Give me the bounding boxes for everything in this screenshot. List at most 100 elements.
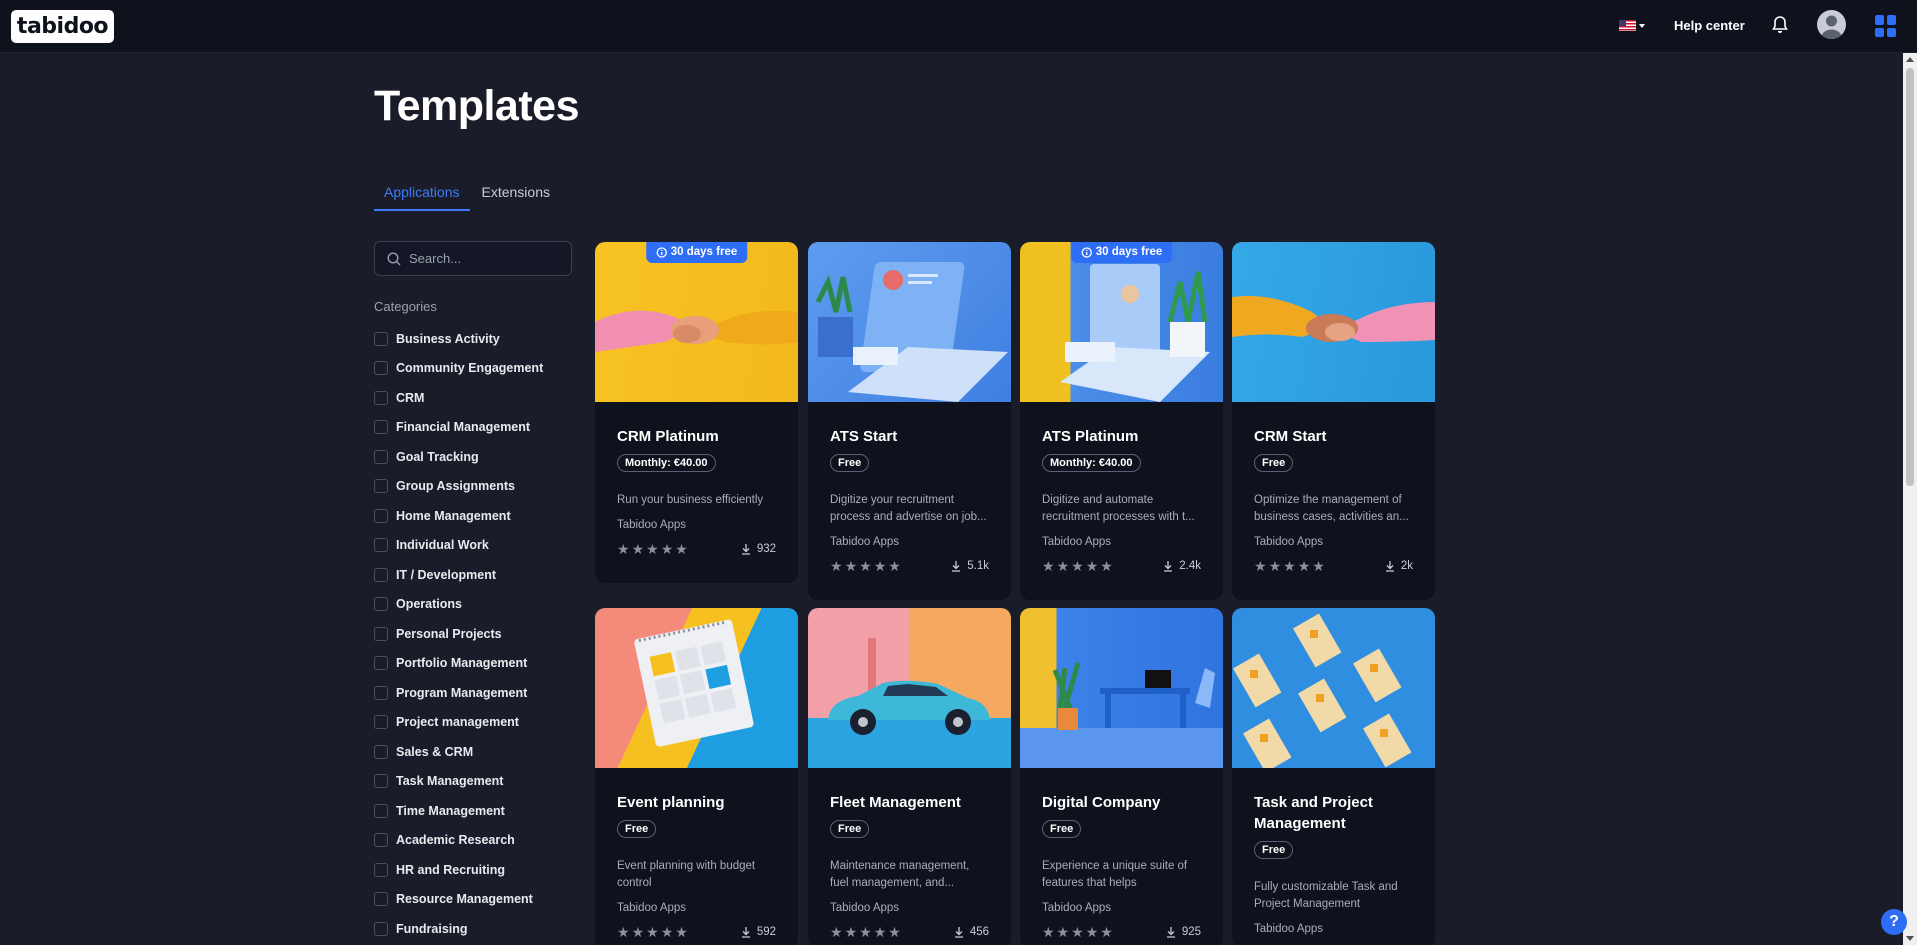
category-crm[interactable]: CRM xyxy=(374,383,543,413)
checkbox[interactable] xyxy=(374,390,388,405)
category-time-management[interactable]: Time Management xyxy=(374,796,543,826)
card-description: Maintenance management, fuel management,… xyxy=(830,860,970,889)
price-tag: Free xyxy=(1042,820,1082,838)
category-community-engagement[interactable]: Community Engagement xyxy=(374,354,543,384)
card-description: Digitize and automate recruitment proces… xyxy=(1042,494,1195,523)
template-card-crm-platinum[interactable]: 30 days free CRM Platinum Monthly: €40.0… xyxy=(595,242,798,583)
category-home-management[interactable]: Home Management xyxy=(374,501,543,531)
rating-stars: ★ ★ ★ ★ ★ xyxy=(1042,924,1113,940)
category-personal-projects[interactable]: Personal Projects xyxy=(374,619,543,649)
category-business-activity[interactable]: Business Activity xyxy=(374,324,543,354)
checkbox[interactable] xyxy=(374,626,388,641)
checkbox[interactable] xyxy=(374,833,388,848)
card-description: Experience a unique suite of features th… xyxy=(1042,860,1188,889)
checkbox[interactable] xyxy=(374,331,388,346)
template-card-ats-start[interactable]: ATS Start Free Digitize your recruitment… xyxy=(808,242,1011,600)
document-desk-image xyxy=(1060,264,1210,402)
card-thumbnail: 30 days free xyxy=(595,242,798,402)
scrollbar-thumb[interactable] xyxy=(1906,68,1914,486)
download-icon xyxy=(1385,560,1394,572)
rating-stars: ★ ★ ★ ★ ★ xyxy=(830,924,901,940)
office-room-image xyxy=(1020,662,1223,768)
category-academic-research[interactable]: Academic Research xyxy=(374,826,543,856)
category-individual-work[interactable]: Individual Work xyxy=(374,531,543,561)
card-title: CRM Start xyxy=(1254,428,1327,445)
category-operations[interactable]: Operations xyxy=(374,590,543,620)
category-fundraising[interactable]: Fundraising xyxy=(374,914,543,944)
scroll-up-arrow-icon[interactable] xyxy=(1906,57,1914,62)
apps-grid-icon[interactable] xyxy=(1875,15,1897,37)
page-scrollbar[interactable] xyxy=(1903,53,1917,945)
card-author: Tabidoo Apps xyxy=(1042,536,1112,548)
checkbox[interactable] xyxy=(374,567,388,582)
template-card-fleet-management[interactable]: Fleet Management Free Maintenance manage… xyxy=(808,608,1011,945)
checkbox[interactable] xyxy=(374,892,388,907)
template-card-task-project-management[interactable]: Task and Project Management Free Fully c… xyxy=(1232,608,1435,945)
card-description: Optimize the management of business case… xyxy=(1254,494,1409,523)
search-input[interactable] xyxy=(409,251,559,266)
download-count: 592 xyxy=(741,926,776,938)
user-silhouette-icon xyxy=(1821,15,1842,39)
tab-extensions[interactable]: Extensions xyxy=(472,179,560,211)
checkbox[interactable] xyxy=(374,744,388,759)
checkbox[interactable] xyxy=(374,361,388,376)
help-center-link[interactable]: Help center xyxy=(1674,18,1745,33)
checkbox[interactable] xyxy=(374,862,388,877)
card-author: Tabidoo Apps xyxy=(1254,536,1324,548)
category-project-management[interactable]: Project management xyxy=(374,708,543,738)
download-icon xyxy=(952,560,961,572)
template-card-event-planning[interactable]: Event planning Free Event planning with … xyxy=(595,608,798,945)
card-title: ATS Platinum xyxy=(1042,428,1139,445)
price-tag: Free xyxy=(1254,841,1294,859)
category-program-management[interactable]: Program Management xyxy=(374,678,543,708)
rating-stars: ★ ★ ★ ★ ★ xyxy=(617,924,688,940)
category-hr-recruiting[interactable]: HR and Recruiting xyxy=(374,855,543,885)
checkbox[interactable] xyxy=(374,449,388,464)
checkbox[interactable] xyxy=(374,715,388,730)
language-selector[interactable] xyxy=(1619,20,1645,31)
card-author: Tabidoo Apps xyxy=(617,902,687,914)
template-card-ats-platinum[interactable]: 30 days free ATS Platinum Monthly: €40.0… xyxy=(1020,242,1223,600)
checkbox[interactable] xyxy=(374,479,388,494)
bell-icon[interactable] xyxy=(1772,16,1788,34)
card-description: Digitize your recruitment process and ad… xyxy=(830,494,987,523)
checkbox[interactable] xyxy=(374,774,388,789)
user-avatar[interactable] xyxy=(1817,10,1846,39)
category-financial-management[interactable]: Financial Management xyxy=(374,413,543,443)
category-it-development[interactable]: IT / Development xyxy=(374,560,543,590)
card-description: Event planning with budget control xyxy=(617,860,756,889)
category-group-assignments[interactable]: Group Assignments xyxy=(374,472,543,502)
category-goal-tracking[interactable]: Goal Tracking xyxy=(374,442,543,472)
template-card-digital-company[interactable]: Digital Company Free Experience a unique… xyxy=(1020,608,1223,945)
tab-applications[interactable]: Applications xyxy=(374,179,470,211)
us-flag-icon xyxy=(1619,20,1636,31)
category-portfolio-management[interactable]: Portfolio Management xyxy=(374,649,543,679)
card-author: Tabidoo Apps xyxy=(830,902,900,914)
scroll-down-arrow-icon[interactable] xyxy=(1906,936,1914,941)
category-list: Business Activity Community Engagement C… xyxy=(374,324,543,944)
template-card-crm-start[interactable]: CRM Start Free Optimize the management o… xyxy=(1232,242,1435,600)
help-button[interactable]: ? xyxy=(1881,909,1907,935)
top-navigation-bar: tabidoo Help center xyxy=(0,0,1917,53)
card-thumbnail xyxy=(808,608,1011,768)
checkbox[interactable] xyxy=(374,508,388,523)
rating-stars: ★ ★ ★ ★ ★ xyxy=(617,541,688,557)
checkbox[interactable] xyxy=(374,538,388,553)
checkbox[interactable] xyxy=(374,685,388,700)
checkbox[interactable] xyxy=(374,420,388,435)
checkbox[interactable] xyxy=(374,921,388,936)
category-task-management[interactable]: Task Management xyxy=(374,767,543,797)
tabidoo-logo[interactable]: tabidoo xyxy=(11,10,114,43)
checkbox[interactable] xyxy=(374,803,388,818)
checkbox[interactable] xyxy=(374,597,388,612)
card-title: Digital Company xyxy=(1042,794,1161,811)
handshake-image xyxy=(595,310,798,352)
download-count: 2.4k xyxy=(1163,560,1201,572)
card-title: Task and Project Management xyxy=(1254,794,1373,832)
card-description: Run your business efficiently xyxy=(617,494,764,506)
download-count: 932 xyxy=(741,543,776,555)
card-author: Tabidoo Apps xyxy=(830,536,900,548)
category-sales-crm[interactable]: Sales & CRM xyxy=(374,737,543,767)
category-resource-management[interactable]: Resource Management xyxy=(374,885,543,915)
checkbox[interactable] xyxy=(374,656,388,671)
